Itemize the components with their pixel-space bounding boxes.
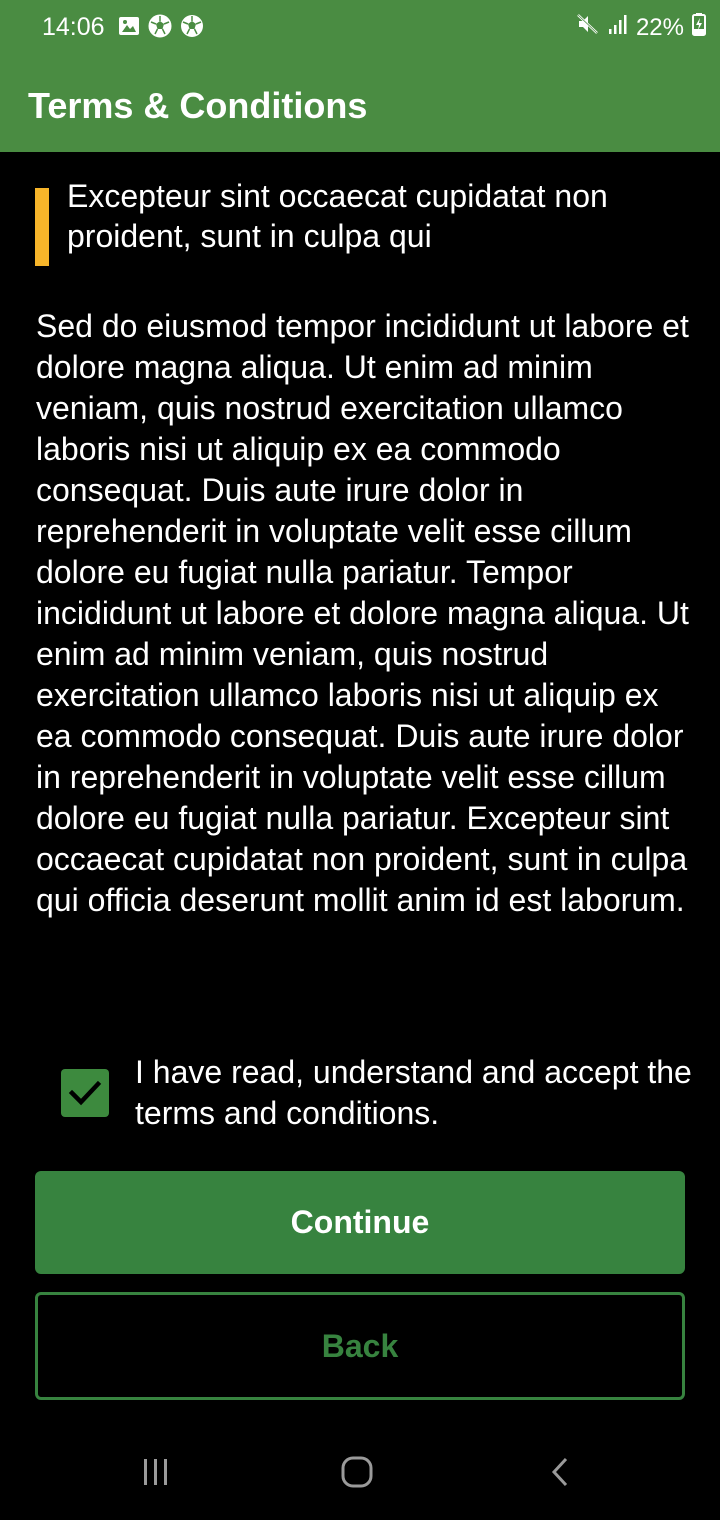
accept-terms-checkbox[interactable]	[61, 1069, 109, 1117]
recent-apps-button[interactable]	[126, 1450, 186, 1494]
quote-block: Excepteur sint occaecat cupidatat non pr…	[35, 178, 675, 266]
terms-content[interactable]: Excepteur sint occaecat cupidatat non pr…	[0, 152, 720, 1422]
mute-icon	[576, 12, 600, 44]
continue-button[interactable]: Continue	[35, 1171, 685, 1274]
check-icon	[68, 1080, 102, 1106]
soccer-ball-icon	[180, 14, 204, 43]
battery-charging-icon	[692, 12, 706, 44]
quote-accent-bar	[35, 188, 49, 266]
status-bar: 14:06 22%	[0, 0, 720, 56]
system-nav-bar	[0, 1422, 720, 1520]
recent-apps-icon	[144, 1459, 167, 1485]
accept-terms-label[interactable]: I have read, understand and accept the t…	[135, 1052, 695, 1134]
consent-row[interactable]: I have read, understand and accept the t…	[0, 1052, 720, 1142]
terms-body-text: Sed do eiusmod tempor incididunt ut labo…	[36, 308, 689, 918]
soccer-ball-icon	[148, 14, 172, 43]
page-title: Terms & Conditions	[28, 85, 368, 126]
back-button[interactable]: Back	[35, 1292, 685, 1400]
status-time: 14:06	[42, 13, 105, 41]
signal-icon	[608, 13, 628, 43]
battery-percent: 22%	[635, 14, 684, 41]
home-icon	[341, 1456, 373, 1488]
image-icon	[118, 15, 140, 42]
back-nav-icon	[551, 1457, 568, 1487]
home-button[interactable]	[327, 1450, 387, 1494]
status-notification-icons	[118, 14, 204, 43]
status-system-icons: 22%	[576, 12, 706, 44]
back-nav-button[interactable]	[530, 1450, 590, 1494]
quote-text: Excepteur sint occaecat cupidatat non pr…	[67, 178, 608, 254]
app-bar: Terms & Conditions	[0, 56, 720, 152]
